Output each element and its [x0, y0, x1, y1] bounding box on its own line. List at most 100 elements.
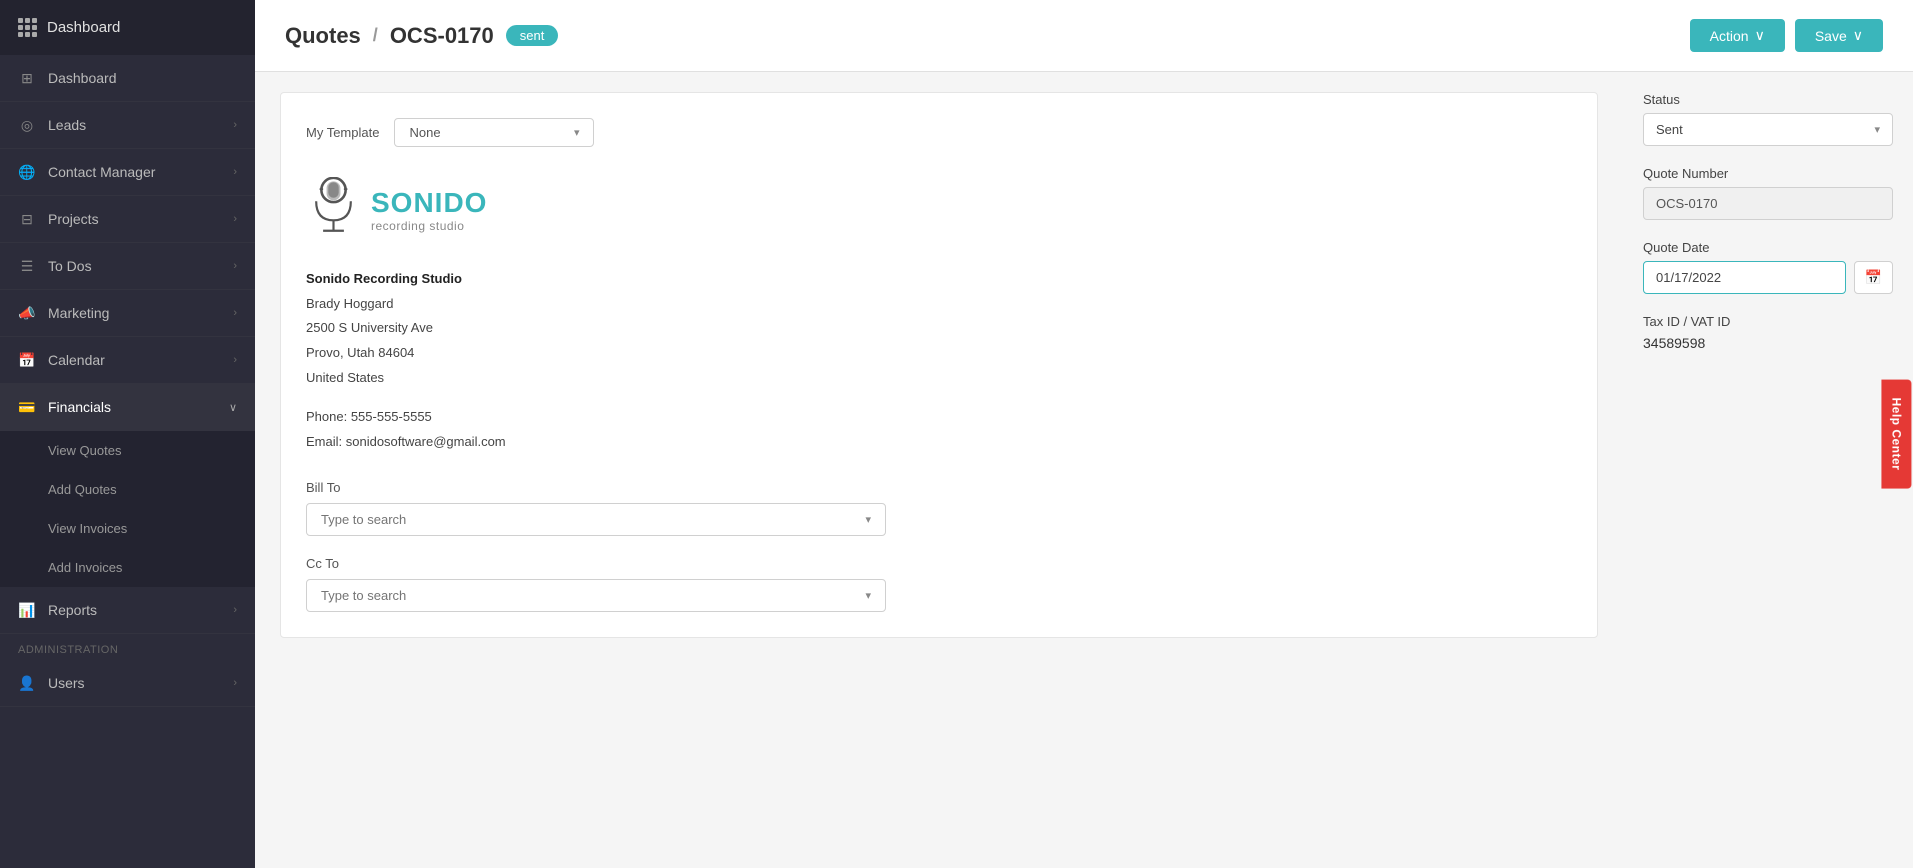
- sidebar-label-marketing: Marketing: [48, 305, 109, 321]
- sidebar-item-view-invoices[interactable]: View Invoices: [0, 509, 255, 548]
- bill-to-input[interactable]: ▾: [306, 503, 886, 536]
- chevron-right-icon: ›: [233, 166, 237, 178]
- bill-to-label: Bill To: [306, 480, 1572, 495]
- status-field: Status Sent ▾: [1643, 92, 1893, 146]
- company-contact: Brady Hoggard: [306, 292, 1572, 317]
- help-center-label: Help Center: [1890, 398, 1904, 471]
- grid-icon: [18, 18, 37, 37]
- app-title: Dashboard: [47, 19, 120, 36]
- help-center-tab[interactable]: Help Center: [1882, 380, 1912, 489]
- chevron-right-icon: ›: [233, 260, 237, 272]
- status-label: Status: [1643, 92, 1893, 107]
- grid-icon: ⊞: [18, 69, 36, 87]
- sidebar-item-add-invoices[interactable]: Add Invoices: [0, 548, 255, 587]
- sidebar-label-calendar: Calendar: [48, 352, 105, 368]
- users-icon: 👤: [18, 674, 36, 692]
- company-main-name: Sonido Recording Studio: [306, 267, 1572, 292]
- company-address1: 2500 S University Ave: [306, 316, 1572, 341]
- status-value: Sent: [1656, 122, 1683, 137]
- sidebar: Dashboard ⊞ Dashboard ◎ Leads › 🌐 Contac…: [0, 0, 255, 868]
- projects-icon: ⊟: [18, 210, 36, 228]
- topbar-actions: Action ∨ Save ∨: [1690, 19, 1883, 52]
- calendar-icon: 📅: [18, 351, 36, 369]
- content-area: My Template None ▾: [255, 72, 1913, 868]
- sidebar-label-contact: Contact Manager: [48, 164, 155, 180]
- template-label: My Template: [306, 125, 379, 140]
- sidebar-item-todos[interactable]: ☰ To Dos ›: [0, 243, 255, 290]
- sidebar-item-view-quotes[interactable]: View Quotes: [0, 431, 255, 470]
- tax-id-value: 34589598: [1643, 335, 1893, 351]
- sidebar-item-users[interactable]: 👤 Users ›: [0, 660, 255, 707]
- sidebar-item-add-quotes[interactable]: Add Quotes: [0, 470, 255, 509]
- content-main: My Template None ▾: [255, 72, 1623, 868]
- contact-icon: 🌐: [18, 163, 36, 181]
- action-button[interactable]: Action ∨: [1690, 19, 1785, 52]
- sidebar-label-todos: To Dos: [48, 258, 92, 274]
- template-select[interactable]: None ▾: [394, 118, 594, 147]
- cc-to-input[interactable]: ▾: [306, 579, 886, 612]
- quote-number-label: Quote Number: [1643, 166, 1893, 181]
- todos-icon: ☰: [18, 257, 36, 275]
- template-row: My Template None ▾: [306, 118, 1572, 147]
- cc-to-search[interactable]: [321, 588, 865, 603]
- sidebar-label-dashboard: Dashboard: [48, 70, 117, 86]
- breadcrumb-quotes: Quotes: [285, 23, 361, 49]
- chevron-down-icon: ∨: [1853, 27, 1863, 44]
- bill-to-search[interactable]: [321, 512, 865, 527]
- admin-section-label: Administration: [0, 634, 255, 660]
- company-phone: Phone: 555-555-5555: [306, 405, 1572, 430]
- sidebar-item-contact-manager[interactable]: 🌐 Contact Manager ›: [0, 149, 255, 196]
- company-sub: recording studio: [371, 219, 487, 233]
- financials-submenu: View Quotes Add Quotes View Invoices Add…: [0, 431, 255, 587]
- sidebar-item-marketing[interactable]: 📣 Marketing ›: [0, 290, 255, 337]
- dropdown-arrow-icon: ▾: [865, 513, 871, 526]
- sidebar-item-dashboard[interactable]: ⊞ Dashboard: [0, 55, 255, 102]
- financials-icon: 💳: [18, 398, 36, 416]
- company-address2: Provo, Utah 84604: [306, 341, 1572, 366]
- sidebar-label-leads: Leads: [48, 117, 86, 133]
- company-contact-details: Phone: 555-555-5555 Email: sonidosoftwar…: [306, 405, 1572, 454]
- breadcrumb-separator: /: [373, 25, 378, 46]
- breadcrumb-doc-id: OCS-0170: [390, 23, 494, 49]
- calendar-button[interactable]: 📅: [1854, 261, 1893, 294]
- quote-card: My Template None ▾: [280, 92, 1598, 638]
- company-details: Sonido Recording Studio Brady Hoggard 25…: [306, 267, 1572, 390]
- quote-date-input[interactable]: [1643, 261, 1846, 294]
- chevron-right-icon: ›: [233, 119, 237, 131]
- template-value: None: [409, 125, 440, 140]
- dropdown-arrow-icon: ▾: [1874, 123, 1880, 136]
- sidebar-label-projects: Projects: [48, 211, 99, 227]
- tax-id-label: Tax ID / VAT ID: [1643, 314, 1893, 329]
- chevron-right-icon: ›: [233, 307, 237, 319]
- dropdown-arrow-icon: ▾: [865, 589, 871, 602]
- sidebar-item-financials[interactable]: 💳 Financials ∨: [0, 384, 255, 431]
- sidebar-item-calendar[interactable]: 📅 Calendar ›: [0, 337, 255, 384]
- save-button[interactable]: Save ∨: [1795, 19, 1883, 52]
- quote-date-row: 📅: [1643, 261, 1893, 294]
- cc-to-section: Cc To ▾: [306, 556, 1572, 612]
- company-logo: SONIDO recording studio: [306, 177, 487, 242]
- chevron-right-icon: ›: [233, 677, 237, 689]
- sidebar-header: Dashboard: [0, 0, 255, 55]
- sidebar-label-financials: Financials: [48, 399, 111, 415]
- sidebar-item-reports[interactable]: 📊 Reports ›: [0, 587, 255, 634]
- company-email: Email: sonidosoftware@gmail.com: [306, 430, 1572, 455]
- company-name: SONIDO: [371, 187, 487, 219]
- company-name-logo: SONIDO recording studio: [371, 187, 487, 233]
- tax-id-field: Tax ID / VAT ID 34589598: [1643, 314, 1893, 351]
- chevron-right-icon: ›: [233, 604, 237, 616]
- quote-number-value: OCS-0170: [1643, 187, 1893, 220]
- dropdown-arrow-icon: ▾: [574, 126, 580, 139]
- marketing-icon: 📣: [18, 304, 36, 322]
- chevron-down-icon: ∨: [1755, 27, 1765, 44]
- chevron-down-icon: ∨: [229, 401, 237, 414]
- sidebar-item-projects[interactable]: ⊟ Projects ›: [0, 196, 255, 243]
- reports-icon: 📊: [18, 601, 36, 619]
- status-select[interactable]: Sent ▾: [1643, 113, 1893, 146]
- topbar-left: Quotes / OCS-0170 sent: [285, 23, 558, 49]
- main-content: Quotes / OCS-0170 sent Action ∨ Save ∨ M…: [255, 0, 1913, 868]
- topbar: Quotes / OCS-0170 sent Action ∨ Save ∨: [255, 0, 1913, 72]
- cc-to-label: Cc To: [306, 556, 1572, 571]
- sidebar-item-leads[interactable]: ◎ Leads ›: [0, 102, 255, 149]
- leads-icon: ◎: [18, 116, 36, 134]
